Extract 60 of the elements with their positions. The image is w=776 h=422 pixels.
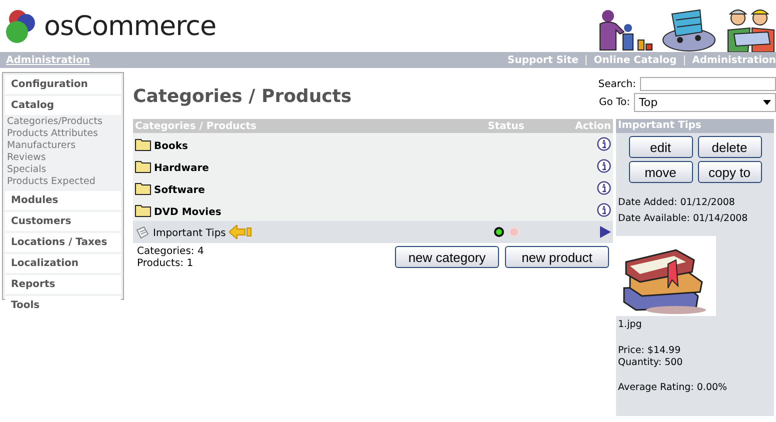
play-arrow-icon[interactable] <box>600 226 611 238</box>
table-row[interactable]: Hardware <box>133 155 613 177</box>
page-title: Categories / Products <box>133 86 352 109</box>
info-button[interactable]: delete <box>698 136 762 158</box>
goto-dropdown[interactable]: Top <box>634 93 776 112</box>
left-arrow-icon <box>228 225 253 239</box>
document-icon <box>135 226 150 238</box>
shopping-cart-drawing <box>662 8 716 52</box>
table-row[interactable]: DVD Movies <box>133 199 613 221</box>
row-name: Software <box>154 184 205 196</box>
info-button[interactable]: move <box>628 161 692 183</box>
folder-icon <box>135 182 151 194</box>
info-icon[interactable] <box>597 203 611 217</box>
folder-icon <box>135 138 151 150</box>
caret-icon <box>763 100 771 105</box>
action-button[interactable]: new product <box>505 246 609 268</box>
folder-icon <box>135 160 151 172</box>
sidebar-section[interactable]: Localization <box>5 254 121 273</box>
row-name: DVD Movies <box>154 206 222 218</box>
info-icon[interactable] <box>597 181 611 195</box>
table-row[interactable]: Books <box>133 133 613 155</box>
info-icon[interactable] <box>597 159 611 173</box>
row-name: Important Tips <box>153 228 226 238</box>
sidebar-item[interactable]: Products Attributes <box>7 128 123 140</box>
detail-text: Price: $14.99 <box>617 345 682 357</box>
logo-text: osCommerce <box>44 10 216 42</box>
separator: | <box>584 54 588 66</box>
info-button[interactable]: edit <box>628 136 692 158</box>
summary-text: Products: 1 <box>137 258 194 270</box>
table-row[interactable]: Important Tips <box>133 221 613 243</box>
action-button[interactable]: new category <box>395 246 499 268</box>
sidebar-section[interactable]: Configuration <box>5 75 121 94</box>
date-text: Date Available: 01/14/2008 <box>617 212 749 225</box>
sidebar-section[interactable]: Customers <box>5 212 121 231</box>
image-caption: 1.jpg <box>617 318 643 331</box>
row-name: Hardware <box>154 162 209 174</box>
separator: | <box>682 54 686 66</box>
row-name: Books <box>154 140 188 152</box>
sidebar-item[interactable]: Manufacturers <box>7 140 123 152</box>
goto-label: Go To: <box>599 97 630 108</box>
date-text: Date Added: 01/12/2008 <box>617 196 736 209</box>
sidebar-item[interactable]: Categories/Products <box>7 116 123 128</box>
status-on-icon[interactable] <box>494 227 504 237</box>
sidebar-item[interactable]: Reviews <box>7 152 123 164</box>
info-panel-title: Important Tips <box>616 119 774 133</box>
detail-text: Quantity: 500 <box>617 357 684 369</box>
table-row[interactable]: Software <box>133 177 613 199</box>
folder-icon <box>135 204 151 216</box>
rating-text: Average Rating: 0.00% <box>617 381 728 394</box>
search-field[interactable] <box>640 77 776 91</box>
sidebar-section[interactable]: Reports <box>5 275 121 294</box>
info-button[interactable]: copy to <box>698 161 762 183</box>
summary-text: Categories: 4 <box>137 246 204 258</box>
sidebar-section[interactable]: Catalog <box>5 96 121 115</box>
info-icon[interactable] <box>597 137 611 151</box>
sidebar-item[interactable]: Products Expected <box>7 176 123 188</box>
sidebar-item[interactable]: Specials <box>7 164 123 176</box>
search-label: Search: <box>598 78 636 90</box>
sidebar-section[interactable]: Locations / Taxes <box>5 233 121 252</box>
sidebar-section[interactable]: Modules <box>5 191 121 210</box>
